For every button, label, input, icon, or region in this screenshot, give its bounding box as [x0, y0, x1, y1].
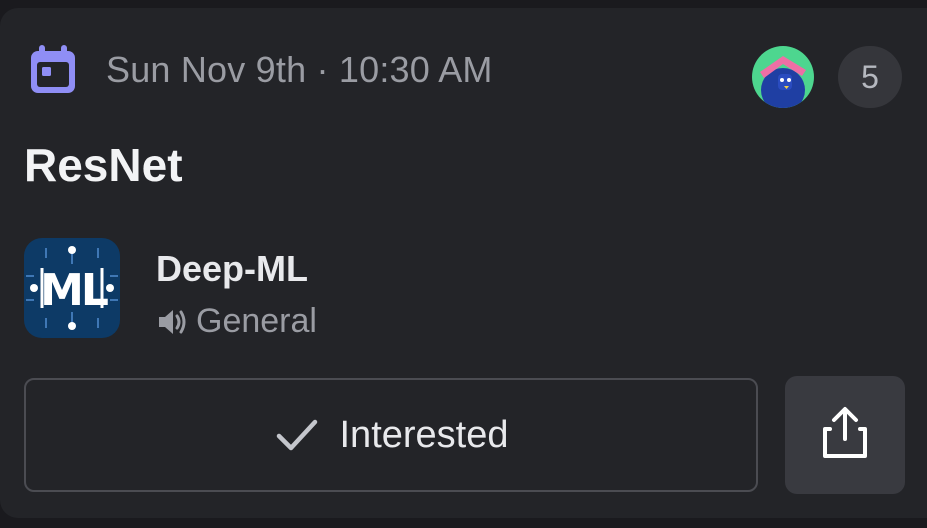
calendar-icon	[28, 44, 78, 96]
event-date-time: Sun Nov 9th · 10:30 AM	[106, 49, 493, 90]
share-button[interactable]	[785, 376, 905, 494]
interested-button[interactable]: Interested	[24, 378, 758, 492]
share-icon	[820, 405, 870, 466]
event-card[interactable]: Sun Nov 9th · 10:30 AM 5 ResNet ML Deep-…	[0, 8, 927, 518]
server-icon-label: ML	[40, 265, 108, 316]
channel-link[interactable]: General	[156, 302, 317, 341]
server-icon[interactable]: ML	[24, 238, 120, 338]
interested-count-badge[interactable]: 5	[838, 46, 902, 108]
interested-label: Interested	[339, 413, 509, 456]
event-date-row: Sun Nov 9th · 10:30 AM	[28, 42, 493, 98]
speaker-icon	[156, 306, 188, 338]
check-icon	[274, 412, 320, 458]
server-name[interactable]: Deep-ML	[156, 248, 308, 290]
event-title: ResNet	[24, 139, 183, 191]
channel-name: General	[196, 302, 317, 340]
interested-user-avatar[interactable]	[752, 46, 814, 108]
